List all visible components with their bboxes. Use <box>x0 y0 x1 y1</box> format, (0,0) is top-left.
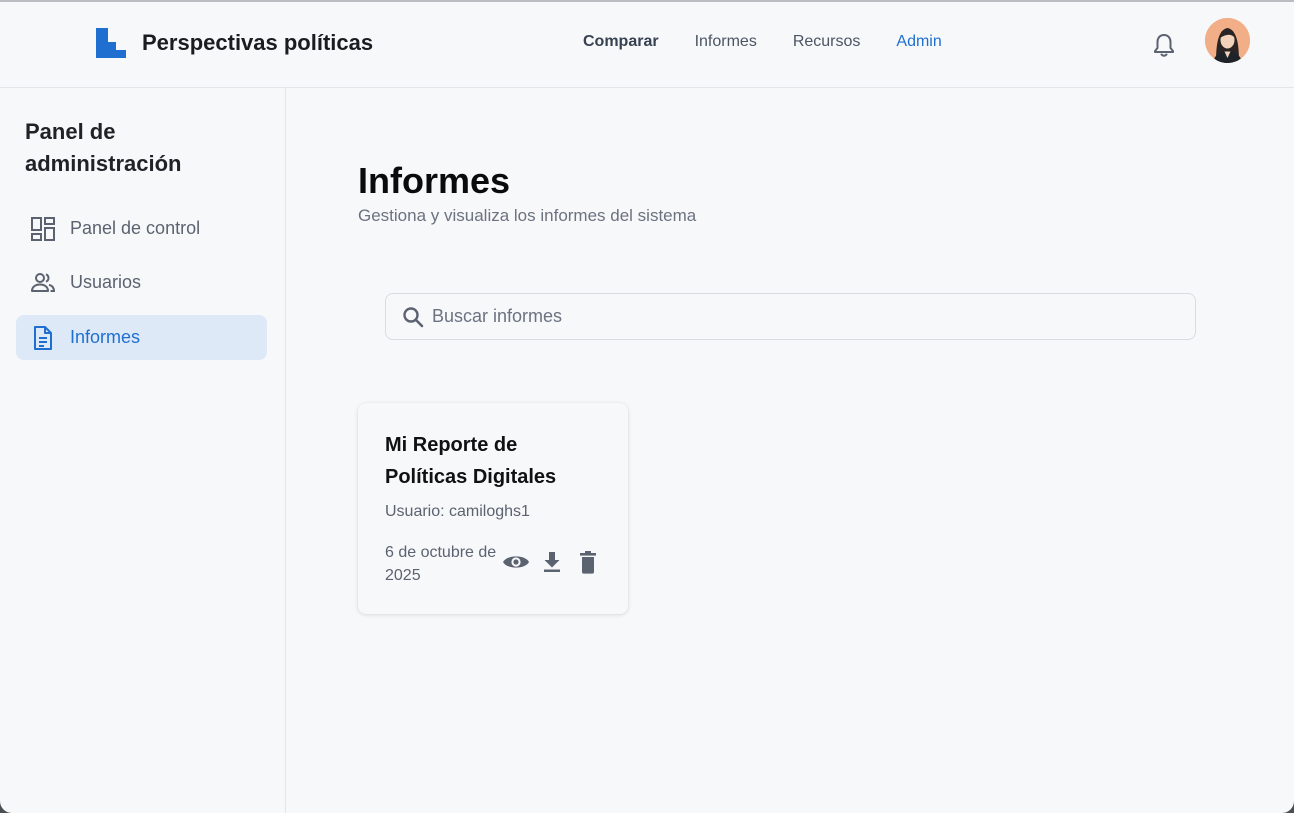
sidebar-item-label: Informes <box>70 327 141 347</box>
report-user: Usuario: camiloghs1 <box>385 503 530 520</box>
page-subtitle: Gestiona y visualiza los informes del si… <box>358 206 697 225</box>
nav-admin-link[interactable]: Admin <box>896 33 941 51</box>
report-card[interactable]: Mi Reporte de Políticas Digitales Usuari… <box>358 403 628 614</box>
nav-recursos-link[interactable]: Recursos <box>793 33 861 51</box>
report-actions <box>502 548 610 576</box>
page-title: Informes <box>358 160 511 201</box>
nav-informes-link[interactable]: Informes <box>695 33 757 51</box>
report-title: Mi Reporte de Políticas Digitales <box>385 434 557 488</box>
search-icon <box>403 306 424 327</box>
sidebar-item-informes[interactable]: Informes <box>16 315 267 360</box>
brand[interactable]: Perspectivas políticas <box>96 28 373 58</box>
bell-icon[interactable] <box>1151 31 1177 59</box>
delete-icon[interactable] <box>574 548 602 576</box>
sidebar-title: Panel de administración <box>25 119 182 176</box>
user-avatar[interactable] <box>1205 18 1250 63</box>
nav-comparar-link[interactable]: Comparar <box>583 33 659 51</box>
sidebar-item-label: Panel de control <box>70 218 201 238</box>
sidebar-item-panel-de-control[interactable]: Panel de control <box>16 206 267 251</box>
search-input[interactable] <box>432 306 1172 327</box>
brand-logo-icon <box>96 28 126 58</box>
main-nav: Comparar Informes Recursos Admin <box>583 33 978 51</box>
avatar-portrait-icon <box>1205 18 1250 63</box>
document-icon <box>34 325 52 350</box>
sidebar-item-label: Usuarios <box>70 272 142 292</box>
sidebar-item-usuarios[interactable]: Usuarios <box>16 260 267 305</box>
report-date: 6 de octubre de 2025 <box>385 544 497 584</box>
brand-name: Perspectivas políticas <box>142 30 374 55</box>
download-icon[interactable] <box>538 548 566 576</box>
top-header: Perspectivas políticas Comparar Informes… <box>0 2 1294 88</box>
app-window: Perspectivas políticas Comparar Informes… <box>0 0 1294 813</box>
dashboard-icon <box>31 216 55 241</box>
search-box[interactable] <box>385 293 1196 340</box>
admin-sidebar: Panel de administración Panel de control… <box>0 88 286 813</box>
users-icon <box>31 272 56 292</box>
view-icon[interactable] <box>502 548 530 576</box>
